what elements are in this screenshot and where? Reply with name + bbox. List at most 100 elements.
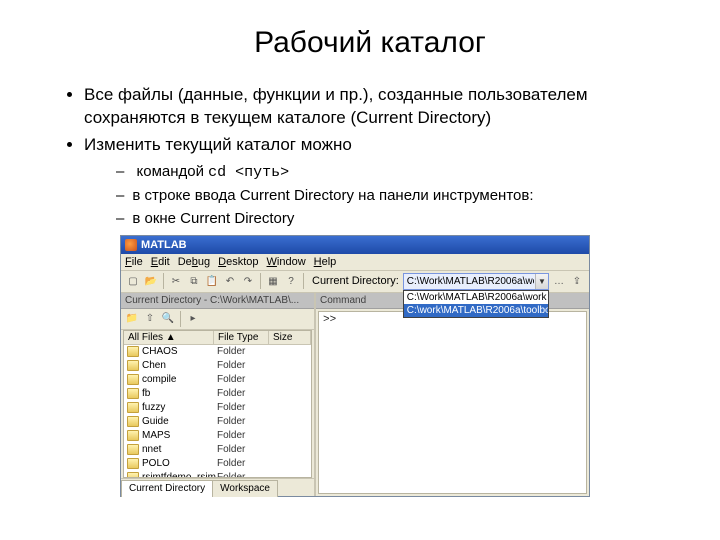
file-name: compile: [142, 374, 217, 385]
menu-help[interactable]: Help: [314, 256, 337, 268]
file-name: fb: [142, 388, 217, 399]
matlab-icon: [125, 239, 137, 251]
cd-option-1[interactable]: C:\work\MATLAB\R2006a\toolbox\matlab\uit…: [404, 304, 548, 317]
cd-option-0[interactable]: C:\Work\MATLAB\R2006a\work: [404, 291, 548, 304]
copy-icon[interactable]: ⧉: [186, 273, 202, 289]
tabstrip: Current Directory Workspace: [121, 478, 314, 496]
new-folder-icon[interactable]: 📁: [124, 311, 140, 327]
grid-body[interactable]: CHAOSFolderChenFoldercompileFolderfbFold…: [124, 345, 311, 477]
file-type: Folder: [217, 430, 272, 441]
toolbar: ▢ 📂 ✂ ⧉ 📋 ↶ ↷ ▦ ? Current Directory: ▼ C…: [121, 271, 589, 293]
file-name: MAPS: [142, 430, 217, 441]
bullet-1: Все файлы (данные, функции и пр.), созда…: [84, 84, 680, 130]
file-type: Folder: [217, 444, 272, 455]
sub-2: в строке ввода Current Directory на пане…: [116, 185, 680, 206]
action-icon[interactable]: ▸: [185, 311, 201, 327]
prompt: >>: [323, 314, 336, 326]
separator: [303, 273, 304, 289]
workarea: Current Directory - C:\Work\MATLAB\... 📁…: [121, 293, 589, 496]
code-cd: cd <путь>: [208, 164, 289, 181]
col-name[interactable]: All Files ▲: [124, 331, 214, 344]
bullet-2: Изменить текущий каталог можно командой …: [84, 134, 680, 229]
tab-workspace[interactable]: Workspace: [212, 480, 278, 497]
file-type: Folder: [217, 360, 272, 371]
col-size[interactable]: Size: [269, 331, 311, 344]
table-row[interactable]: nnetFolder: [124, 443, 311, 457]
command-window[interactable]: >>: [318, 311, 587, 494]
table-row[interactable]: GuideFolder: [124, 415, 311, 429]
file-type: Folder: [217, 402, 272, 413]
cd-mini-toolbar: 📁 ⇧ 🔍 ▸: [121, 309, 314, 330]
file-name: fuzzy: [142, 402, 217, 413]
file-type: Folder: [217, 458, 272, 469]
menu-window[interactable]: Window: [267, 256, 306, 268]
cd-combo[interactable]: ▼ C:\Work\MATLAB\R2006a\work C:\work\MAT…: [403, 273, 549, 290]
menu-debug[interactable]: Debug: [178, 256, 210, 268]
file-type: Folder: [217, 472, 272, 477]
window-title: MATLAB: [141, 239, 585, 251]
cd-label: Current Directory:: [312, 275, 399, 287]
table-row[interactable]: POLOFolder: [124, 457, 311, 471]
table-row[interactable]: MAPSFolder: [124, 429, 311, 443]
menu-file[interactable]: File: [125, 256, 143, 268]
file-type: Folder: [217, 346, 272, 357]
file-name: rsimtfdemo_rsim_rtw: [142, 472, 217, 477]
new-icon[interactable]: ▢: [125, 273, 141, 289]
file-grid[interactable]: All Files ▲ File Type Size CHAOSFolderCh…: [123, 330, 312, 478]
table-row[interactable]: fuzzyFolder: [124, 401, 311, 415]
folder-icon: [127, 416, 139, 427]
table-row[interactable]: rsimtfdemo_rsim_rtwFolder: [124, 471, 311, 477]
find-icon[interactable]: 🔍: [160, 311, 176, 327]
cd-dropdown[interactable]: C:\Work\MATLAB\R2006a\work C:\work\MATLA…: [403, 290, 549, 318]
separator: [163, 273, 164, 289]
help-icon[interactable]: ?: [283, 273, 299, 289]
file-name: CHAOS: [142, 346, 217, 357]
up-folder-icon[interactable]: ⇧: [142, 311, 158, 327]
table-row[interactable]: ChenFolder: [124, 359, 311, 373]
folder-icon: [127, 402, 139, 413]
file-name: Guide: [142, 416, 217, 427]
separator: [180, 311, 181, 327]
slide-title: Рабочий каталог: [60, 26, 680, 60]
chevron-down-icon[interactable]: ▼: [535, 274, 548, 289]
undo-icon[interactable]: ↶: [222, 273, 238, 289]
menu-edit[interactable]: Edit: [151, 256, 170, 268]
menu-desktop[interactable]: Desktop: [218, 256, 258, 268]
titlebar[interactable]: MATLAB: [121, 236, 589, 254]
file-type: Folder: [217, 388, 272, 399]
file-name: nnet: [142, 444, 217, 455]
col-type[interactable]: File Type: [214, 331, 269, 344]
file-type: Folder: [217, 416, 272, 427]
redo-icon[interactable]: ↷: [240, 273, 256, 289]
cd-pane-header: Current Directory - C:\Work\MATLAB\...: [121, 293, 314, 309]
simulink-icon[interactable]: ▦: [265, 273, 281, 289]
browse-icon[interactable]: …: [551, 273, 567, 289]
open-icon[interactable]: 📂: [143, 273, 159, 289]
up-icon[interactable]: ⇪: [569, 273, 585, 289]
menubar: File Edit Debug Desktop Window Help: [121, 254, 589, 271]
sub-1: командой cd <путь>: [116, 161, 680, 183]
current-directory-pane: Current Directory - C:\Work\MATLAB\... 📁…: [121, 293, 316, 496]
folder-icon: [127, 346, 139, 357]
table-row[interactable]: CHAOSFolder: [124, 345, 311, 359]
tab-current-directory[interactable]: Current Directory: [121, 480, 213, 497]
file-type: Folder: [217, 374, 272, 385]
folder-icon: [127, 360, 139, 371]
table-row[interactable]: compileFolder: [124, 373, 311, 387]
folder-icon: [127, 444, 139, 455]
separator: [260, 273, 261, 289]
cut-icon[interactable]: ✂: [168, 273, 184, 289]
matlab-window: MATLAB File Edit Debug Desktop Window He…: [120, 235, 590, 497]
grid-header[interactable]: All Files ▲ File Type Size: [124, 331, 311, 345]
command-pane: Command >>: [316, 293, 589, 496]
folder-icon: [127, 458, 139, 469]
bullet-list: Все файлы (данные, функции и пр.), созда…: [60, 84, 680, 229]
cd-input[interactable]: [403, 273, 549, 290]
folder-icon: [127, 388, 139, 399]
table-row[interactable]: fbFolder: [124, 387, 311, 401]
paste-icon[interactable]: 📋: [204, 273, 220, 289]
folder-icon: [127, 430, 139, 441]
sub-list: командой cd <путь> в строке ввода Curren…: [84, 161, 680, 229]
file-name: Chen: [142, 360, 217, 371]
folder-icon: [127, 472, 139, 477]
